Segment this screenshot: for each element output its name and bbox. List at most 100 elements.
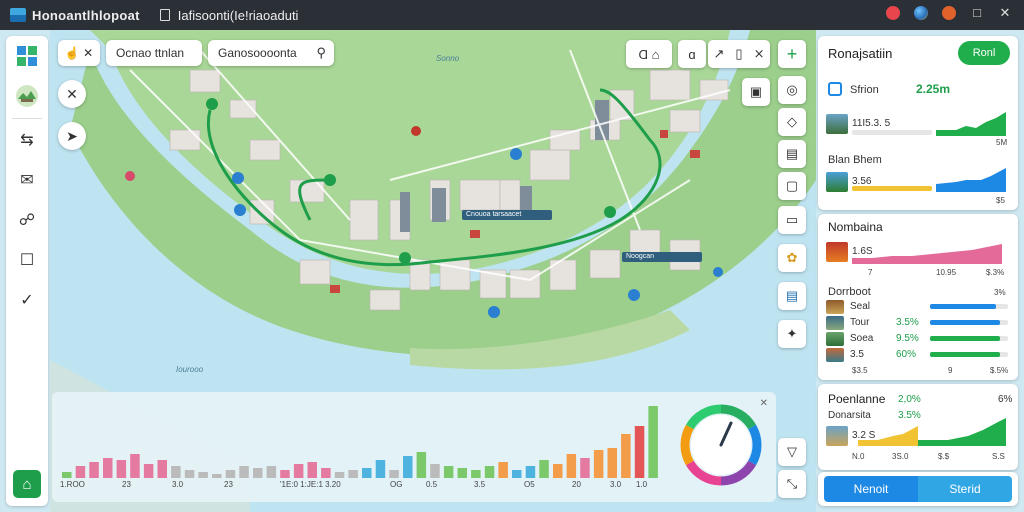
bar-44 xyxy=(648,406,658,478)
report-button[interactable]: Nenoit xyxy=(824,476,918,502)
thumb-image-2 xyxy=(826,172,848,192)
close-route-button[interactable]: ✕ xyxy=(58,80,86,108)
right-panel: Ronajsatiin Ronl Sfrion 2.25m 11I5.3. 5 … xyxy=(818,36,1018,506)
lock-button[interactable]: ▣ xyxy=(742,78,770,106)
box-icon: ▢ xyxy=(785,178,799,193)
target-icon: ◎ xyxy=(786,82,798,97)
bar-18 xyxy=(293,464,304,478)
bar-19 xyxy=(307,462,317,478)
tool-filter-button[interactable]: ▽ xyxy=(778,438,806,466)
population-title: Poenlanne xyxy=(828,392,886,406)
bar-37 xyxy=(553,464,563,478)
tool-share-button[interactable]: ✦ xyxy=(778,320,806,348)
bar-4 xyxy=(103,458,113,478)
close-icon: ✕ xyxy=(66,85,78,102)
breakdown-label-2: Soea xyxy=(850,333,874,344)
bar-41 xyxy=(607,448,617,478)
tool-badge-button[interactable]: ✿ xyxy=(778,244,806,272)
map-thumb-icon xyxy=(16,85,38,107)
footer-card: Nenoit Sterid xyxy=(818,472,1018,506)
breakdown-label-3: 3.5 xyxy=(850,349,864,360)
map-thumb[interactable] xyxy=(13,82,41,110)
tab-map-view-label: Ocnao ttnlan xyxy=(116,46,185,60)
tick-e: 9 xyxy=(948,366,953,375)
tool-measure-button[interactable]: ↗ ▯ ⨯ xyxy=(708,40,770,68)
bar-34 xyxy=(512,470,522,478)
plus-icon: + xyxy=(786,43,798,64)
swap-icon[interactable]: ⇆ xyxy=(13,126,41,154)
tool-list-button[interactable]: ▤ xyxy=(778,282,806,310)
breakdown-subtitle: Dorrboot xyxy=(828,286,871,298)
breakdown-thumb-0 xyxy=(826,300,844,314)
filter-icon: ☝ ✕ xyxy=(64,46,94,60)
puzzle-icon[interactable]: ☍ xyxy=(13,206,41,234)
bar-17 xyxy=(280,470,290,478)
population-card: Poenlanne 2,0% 6% Donarsita 3.5% 3.2 S N… xyxy=(818,384,1018,470)
tab-map-view[interactable]: Ocnao ttnlan xyxy=(106,40,202,66)
chart-tick-0: 1.ROO xyxy=(60,480,85,489)
send-button[interactable]: Sterid xyxy=(918,476,1012,502)
tool-target-button[interactable]: ◎ xyxy=(778,76,806,104)
chart-tick-6: 0.5 xyxy=(426,480,438,489)
record-icon[interactable] xyxy=(886,6,900,20)
grid-icon[interactable] xyxy=(13,42,41,70)
profile-icon[interactable] xyxy=(942,6,956,20)
card-icon: ▤ xyxy=(785,146,799,161)
home-icon[interactable]: ⌂ xyxy=(13,470,41,498)
metric-label: Sfrion xyxy=(850,84,879,96)
search-icon[interactable]: ⚲ xyxy=(316,45,326,61)
tool-tag-button[interactable]: ◇ xyxy=(778,108,806,136)
breakdown-title: Nombaina xyxy=(828,220,883,234)
panel-close-icon[interactable]: ✕ xyxy=(760,398,768,409)
search-input[interactable]: Ganosoooonta ⚲ xyxy=(208,40,334,66)
app-icon xyxy=(10,8,26,22)
filter-chip[interactable]: ☝ ✕ xyxy=(58,40,100,66)
window-title: Honoantlhlopoat xyxy=(32,7,140,23)
check-icon[interactable]: ✓ xyxy=(13,286,41,314)
compass-icon: ➤ xyxy=(66,127,78,144)
bar-7 xyxy=(143,464,154,478)
tool-box-button[interactable]: ▢ xyxy=(778,172,806,200)
row1-sparkline xyxy=(936,112,1006,136)
add-button[interactable]: + xyxy=(778,40,806,68)
titlebar-controls: □ ✕ xyxy=(886,6,1012,20)
run-button[interactable]: Ronl xyxy=(958,41,1010,65)
bar-12 xyxy=(212,474,222,478)
chart-tick-8: O5 xyxy=(524,480,535,489)
bar-3 xyxy=(89,462,99,478)
compass-button[interactable]: ➤ xyxy=(58,122,86,150)
summary-card: Ronajsatiin Ronl Sfrion 2.25m 11I5.3. 5 … xyxy=(818,36,1018,210)
globe-icon[interactable] xyxy=(914,6,928,20)
tick-j: S.S xyxy=(992,452,1005,461)
breakdown-sparkline xyxy=(852,244,1002,264)
bar-40 xyxy=(593,450,604,478)
breakdown-card: Nombaina 1.6S 7 10.95 $.3% Dorrboot 3% S… xyxy=(818,214,1018,380)
row1-label: 11I5.3. 5 xyxy=(852,118,891,129)
row2-value: $5 xyxy=(996,196,1005,205)
row2-title: Blan Bhem xyxy=(828,154,882,166)
lock-icon: ▣ xyxy=(749,84,763,99)
tool-pin-button[interactable]: ɑ xyxy=(678,40,706,68)
tool-card-button[interactable]: ▤ xyxy=(778,140,806,168)
bar-14 xyxy=(239,466,249,478)
tool-expand-button[interactable]: ⤡ xyxy=(778,470,806,498)
breakdown-value-1: 3.5% xyxy=(896,317,919,328)
bar-42 xyxy=(621,434,631,478)
bar-16 xyxy=(266,466,277,478)
breakdown-label-1: Tour xyxy=(850,317,870,328)
tick-h: 3S.0 xyxy=(892,452,909,461)
close-icon[interactable]: ✕ xyxy=(998,6,1012,20)
bar-39 xyxy=(580,458,590,478)
population-title-value: 2,0% xyxy=(898,394,921,405)
breakdown-subtitle-value: 3% xyxy=(994,288,1006,297)
bar-28 xyxy=(430,464,440,478)
expand-icon: ⤡ xyxy=(786,476,798,491)
tool-window-button[interactable]: ▭ xyxy=(778,206,806,234)
tick-c: $.3% xyxy=(986,268,1005,277)
document-icon xyxy=(159,9,170,21)
sea-label-top: Sonno xyxy=(436,54,460,63)
tool-layers-button[interactable]: Ɑ ⌂ xyxy=(626,40,672,68)
minimize-icon[interactable]: □ xyxy=(970,6,984,20)
inbox-icon[interactable]: ✉ xyxy=(13,166,41,194)
bookmark-icon[interactable]: ☐ xyxy=(13,246,41,274)
